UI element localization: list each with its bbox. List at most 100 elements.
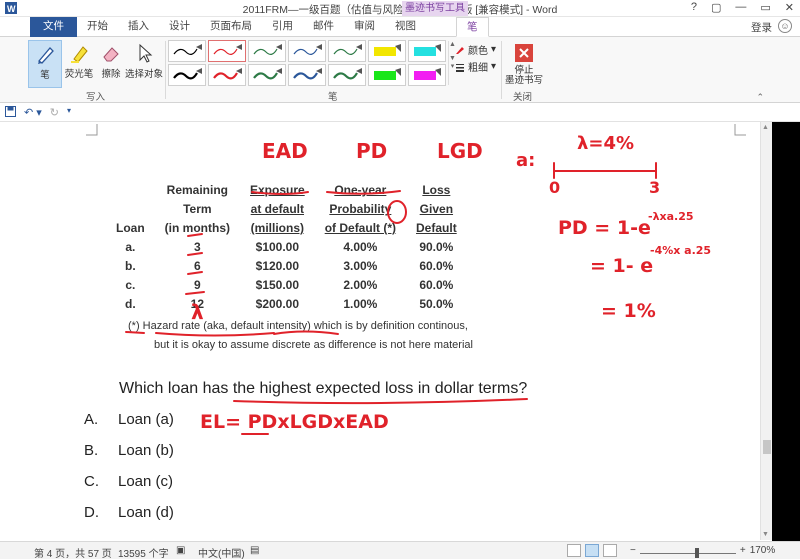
undo-icon[interactable]: ↶ ▾ (24, 106, 42, 120)
close-group-label: 关闭 (513, 92, 533, 103)
tab-design[interactable]: 设计 (159, 17, 200, 37)
ribbon-tabs: 墨迹书写工具 文件 开始 插入 设计 页面布局 引用 邮件 审阅 视图 笔 登录… (0, 1, 800, 37)
pen-style-swatch[interactable] (248, 64, 286, 86)
ink-underline-hazard (155, 332, 275, 337)
pen-style-swatch[interactable] (328, 40, 366, 62)
pen-style-gallery (168, 40, 448, 88)
ink-underline-intensity (273, 330, 339, 335)
language[interactable]: 中文(中国) (198, 545, 245, 560)
tab-mailings[interactable]: 邮件 (303, 17, 344, 37)
pen-style-swatch[interactable] (408, 40, 446, 62)
zoom-out-button[interactable]: − (630, 545, 636, 556)
status-bar: 第 4 页，共 57 页 13595 个字 ▣ 中文(中国) ▤ − + 170… (0, 541, 800, 560)
pen-style-swatch[interactable] (208, 40, 246, 62)
stop-inking-label: 停止 墨迹书写 (505, 65, 544, 86)
web-layout-button[interactable] (603, 544, 617, 557)
group-divider (501, 41, 502, 99)
login-link[interactable]: 登录 (751, 20, 772, 35)
ribbon-display-button[interactable]: ▢ (711, 1, 721, 14)
pen-style-swatch[interactable] (208, 64, 246, 86)
tab-review[interactable]: 审阅 (344, 17, 385, 37)
ink-mark-3 (187, 233, 203, 237)
ink-pd-exponent: -λxa.25 (648, 210, 694, 223)
stop-inking-button[interactable]: 停止 墨迹书写 (505, 40, 543, 88)
pen-weight-icon (456, 63, 464, 72)
read-mode-button[interactable] (567, 544, 581, 557)
ink-hazard-rate: λ=4% (577, 133, 634, 154)
close-window-button[interactable]: ✕ (785, 1, 794, 14)
scroll-down-icon[interactable]: ▼ (762, 531, 769, 538)
save-icon[interactable] (5, 106, 16, 120)
tab-home[interactable]: 开始 (77, 17, 118, 37)
ink-mark-9 (187, 271, 203, 275)
pen-style-swatch[interactable] (288, 64, 326, 86)
tab-view[interactable]: 视图 (385, 17, 426, 37)
scroll-up-icon[interactable]: ▲ (762, 124, 769, 131)
pen-weight-dropdown[interactable]: 粗细 ▾ (455, 59, 496, 74)
print-layout-button[interactable] (585, 544, 599, 557)
pen-style-swatch[interactable] (328, 64, 366, 86)
ink-text: EAD PD LGD λ a: λ=4% 0 3 PD = 1-e -λxa.2… (191, 133, 711, 433)
cursor-arrow-icon (124, 40, 164, 66)
tab-pens[interactable]: 笔 (456, 17, 489, 37)
tab-references[interactable]: 引用 (262, 17, 303, 37)
customize-qat-icon[interactable]: ▾ (67, 106, 71, 120)
ink-a-label: a: (516, 150, 535, 171)
pen-style-swatch[interactable] (288, 40, 326, 62)
pen-color-dropdown[interactable]: 颜色 ▾ (455, 42, 496, 57)
feedback-icon[interactable]: ☺ (778, 19, 792, 33)
pen-style-swatch[interactable] (368, 64, 406, 86)
page-count[interactable]: 第 4 页，共 57 页 (34, 545, 112, 560)
ink-underline-exposure (251, 191, 309, 195)
tab-insert[interactable]: 插入 (118, 17, 159, 37)
pen-style-swatch[interactable] (168, 40, 206, 62)
tab-file[interactable]: 文件 (30, 17, 77, 37)
ink-ead: EAD (262, 139, 308, 163)
select-objects-label: 选择对象 (124, 69, 163, 80)
window-edge (772, 122, 800, 542)
collapse-ribbon-icon[interactable]: ⌃ (756, 92, 764, 103)
pen-group-label: 笔 (328, 92, 338, 103)
pen-icon (29, 41, 61, 67)
close-red-icon (505, 40, 543, 66)
ink-t0: 0 (549, 178, 560, 197)
scroll-thumb[interactable] (763, 440, 771, 454)
write-group-label: 写入 (86, 92, 106, 103)
minimize-button[interactable]: — (735, 1, 746, 14)
zoom-level[interactable]: 170% (750, 545, 776, 556)
zoom-slider[interactable] (639, 548, 736, 558)
ink-annotations: EAD PD LGD λ a: λ=4% 0 3 PD = 1-e -λxa.2… (125, 133, 711, 435)
highlighter-button-label: 荧光笔 (64, 69, 94, 80)
pen-style-swatch[interactable] (408, 64, 446, 86)
ink-step2-exponent: -4%x a.25 (650, 244, 711, 257)
pen-style-swatch[interactable] (368, 40, 406, 62)
ink-underline-question (233, 398, 528, 405)
window-controls: ? ▢ — ▭ ✕ (691, 1, 794, 14)
select-objects-button[interactable]: 选择对象 (124, 40, 164, 88)
proofing-icon[interactable]: ▣ (176, 545, 185, 556)
highlighter-button[interactable]: 荧光笔 (62, 40, 96, 88)
ink-underline-star (125, 331, 145, 334)
document-page[interactable]: Loan Remaining Term (in months) Exposure at… (24, 122, 760, 540)
eraser-button[interactable]: 擦除 (94, 40, 128, 88)
maximize-button[interactable]: ▭ (760, 1, 770, 14)
vertical-scrollbar[interactable]: ▲ ▼ (760, 122, 772, 540)
tab-layout[interactable]: 页面布局 (200, 17, 262, 37)
highlighter-icon (62, 40, 96, 66)
ink-el-formula: EL= PDxLGDxEAD (200, 411, 389, 433)
pen-style-swatch[interactable] (168, 64, 206, 86)
help-button[interactable]: ? (691, 1, 697, 14)
ribbon: 笔 荧光笔 擦除 选择对象 写入 ▲ ▼ ▾ 颜色 ▾ 粗细 ▾ 笔 停止 墨迹书写 (0, 37, 800, 103)
pen-color-icon (456, 46, 464, 54)
ink-pd-formula: PD = 1-e (558, 217, 651, 239)
ink-mark-6 (187, 252, 203, 256)
ink-lgd: LGD (437, 139, 483, 163)
view-buttons (567, 544, 617, 557)
redo-icon[interactable]: ↻ (50, 106, 59, 120)
pen-style-swatch[interactable] (248, 40, 286, 62)
macro-record-icon[interactable]: ▤ (250, 545, 259, 556)
pen-button[interactable]: 笔 (28, 40, 62, 88)
word-count[interactable]: 13595 个字 (118, 545, 169, 560)
zoom-in-button[interactable]: + (740, 545, 746, 556)
zoom-slider-knob[interactable] (695, 548, 700, 558)
